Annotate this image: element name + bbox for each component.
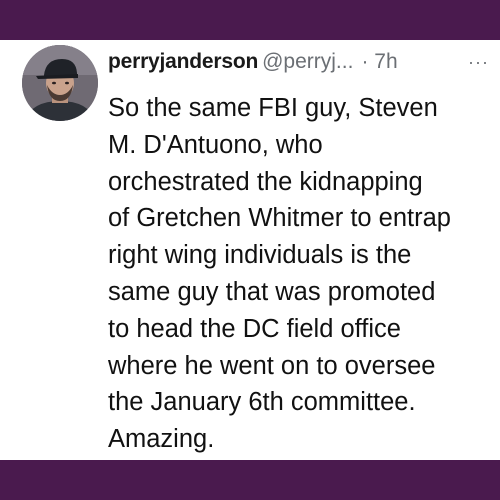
bottom-frame-bar (0, 460, 500, 500)
tweet-text-line: of Gretchen Whitmer to entrap (108, 204, 451, 233)
tweet-text-line: orchestrated the kidnapping (108, 167, 423, 196)
username[interactable]: perryjanderson (108, 50, 258, 73)
user-handle[interactable]: @perryj... (262, 50, 353, 73)
tweet-text-line: same guy that was promoted (108, 277, 436, 306)
separator-dot: · (361, 50, 369, 73)
timestamp[interactable]: 7h (374, 50, 397, 73)
more-options-icon[interactable]: ··· (468, 46, 489, 78)
tweet-text-line: the January 6th committee. (108, 388, 416, 417)
tweet-text-line: where he went on to oversee (108, 351, 436, 380)
tweet-text-line: to head the DC field office (108, 314, 401, 343)
tweet-text: So the same FBI guy, Steven M. D'Antuono… (108, 90, 493, 458)
tweet-text-line: So the same FBI guy, Steven (108, 94, 438, 122)
avatar[interactable] (22, 45, 98, 121)
top-frame-bar (0, 0, 500, 40)
profile-photo-icon (22, 45, 98, 121)
tweet-text-line: right wing individuals is the (108, 241, 412, 270)
tweet-header: perryjanderson @perryj... · 7h ··· (108, 46, 493, 78)
tweet-text-line: M. D'Antuono, who (108, 130, 323, 159)
tweet-text-line: Amazing. (108, 425, 215, 454)
